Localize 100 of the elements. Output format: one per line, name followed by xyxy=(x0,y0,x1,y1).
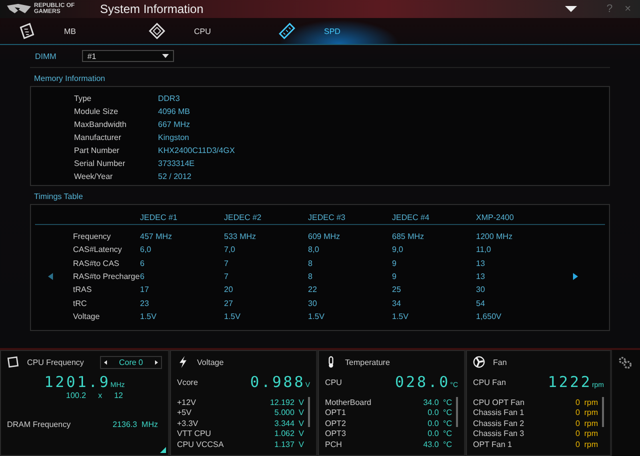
table-cell-text: 13 xyxy=(476,258,486,268)
reading-label: Chassis Fan 2 xyxy=(473,418,524,428)
field-label: Module Size xyxy=(74,107,120,116)
table-cell-text: 6 xyxy=(140,258,146,268)
reading-value: 34.0 °C xyxy=(423,398,452,407)
table-cell-text: 7,0 xyxy=(224,245,236,254)
reading-label: Vcore xyxy=(177,378,198,386)
table-cell-text: 1,650V xyxy=(476,312,502,321)
fan-icon xyxy=(473,356,485,368)
table-cell-text: 8 xyxy=(308,272,314,282)
reading-value: 3.344 V xyxy=(274,418,304,428)
row-label: Frequency xyxy=(72,232,112,242)
table-cell-text: 7 xyxy=(224,272,230,282)
left-arrow-icon xyxy=(104,360,107,364)
field-label: Serial Number xyxy=(74,159,126,168)
row-label: Voltage xyxy=(72,312,101,321)
panel-title: CPU Frequency xyxy=(27,358,84,366)
reading-value: 1.137 V xyxy=(274,440,304,449)
field-value: 667 MHz xyxy=(158,120,190,129)
field-label: Week/Year xyxy=(74,172,114,181)
table-cell-text: 8,0 xyxy=(308,245,320,254)
ratio-value: 12 xyxy=(114,391,123,400)
table-cell-text: 27 xyxy=(224,298,234,308)
field-value: 3733314E xyxy=(158,159,194,168)
field-value: Kingston xyxy=(158,133,190,142)
field-label: Type xyxy=(74,94,92,103)
table-cell-text: 17 xyxy=(140,285,150,294)
lightning-icon xyxy=(177,356,189,368)
table-cell-text: 457 MHz xyxy=(140,232,174,242)
table-cell-text: 30 xyxy=(476,285,486,294)
table-cell-text: 8 xyxy=(308,258,314,268)
reading-label: PCH xyxy=(325,440,342,449)
field-label: MaxBandwidth xyxy=(74,120,128,129)
main-reading-value: 0.988 xyxy=(250,373,306,391)
table-cell-text: 1.5V xyxy=(392,312,410,321)
core-selector[interactable]: Core 0 xyxy=(100,356,162,368)
table-cell-text: 9 xyxy=(392,272,398,282)
chip-icon xyxy=(7,356,19,368)
dropdown-arrow-icon[interactable] xyxy=(565,6,578,12)
field-value: DDR3 xyxy=(158,94,180,103)
row-label: tRC xyxy=(72,298,88,308)
right-arrow-icon xyxy=(154,360,158,364)
table-cell-text: 685 MHz xyxy=(392,232,426,242)
reading-label: +5V xyxy=(177,408,192,418)
cpu-frequency-value: 1201.9 xyxy=(44,373,110,391)
reading-value: 12.192 V xyxy=(270,398,304,407)
tab[interactable]: MB xyxy=(14,18,144,44)
resize-corner-icon[interactable] xyxy=(160,447,166,453)
settings-icon[interactable] xyxy=(618,356,632,370)
reading-value: 0.0 °C xyxy=(428,429,452,438)
field-label: Part Number xyxy=(74,146,120,155)
base-clock-value: 100.2 xyxy=(66,391,86,400)
table-cell-text: 6,0 xyxy=(140,245,152,254)
scrollbar[interactable] xyxy=(308,397,310,427)
section-title: Memory Information xyxy=(33,73,106,85)
reading-value: 0 rpm xyxy=(576,429,598,438)
column-header: XMP-2400 xyxy=(476,212,515,222)
reading-value: 0 rpm xyxy=(576,398,598,407)
table-cell-text: 23 xyxy=(140,298,150,308)
table-cell-text: 1.5V xyxy=(308,312,326,321)
panel-title: Fan xyxy=(493,358,507,366)
tab[interactable]: CPU xyxy=(144,18,274,44)
reading-label: OPT1 xyxy=(325,408,346,418)
reading-label: CPU VCCSA xyxy=(177,440,224,449)
table-cell-text: 533 MHz xyxy=(224,232,258,242)
row-label: CAS#Latency xyxy=(72,245,123,254)
left-arrow-icon[interactable] xyxy=(48,273,52,280)
dimm-dropdown[interactable]: #1 xyxy=(82,50,174,62)
table-cell-text: 6 xyxy=(140,272,146,282)
memory-icon xyxy=(278,22,296,40)
table-cell-text: 1200 MHz xyxy=(476,232,514,242)
table-cell-text: 9 xyxy=(392,258,398,268)
reading-value: 0.0 °C xyxy=(428,408,452,418)
panel-title: Voltage xyxy=(197,358,224,366)
table-cell-text: 34 xyxy=(392,298,402,308)
dimm-label: DIMM xyxy=(35,52,56,60)
dram-frequency-label: DRAM Frequency xyxy=(7,420,71,429)
reading-value: 5.000 V xyxy=(274,408,304,418)
column-header: JEDEC #3 xyxy=(308,212,346,222)
field-label: Manufacturer xyxy=(74,133,122,142)
table-cell-text: 25 xyxy=(392,285,402,294)
reading-label: CPU xyxy=(325,378,342,386)
table-cell-text: 1.5V xyxy=(140,312,158,321)
dram-frequency-value: 2136.3 MHz xyxy=(112,420,158,429)
table-cell-text: 11,0 xyxy=(476,245,492,254)
field-value: KHX2400C11D3/4GX xyxy=(158,146,235,155)
right-arrow-icon[interactable] xyxy=(572,273,578,280)
row-label: RAS#to Precharge xyxy=(72,272,140,282)
field-value: 4096 MB xyxy=(158,107,190,116)
scrollbar[interactable] xyxy=(602,397,604,427)
table-cell-text: 22 xyxy=(308,285,318,294)
column-header: JEDEC #1 xyxy=(140,212,178,222)
reading-value: 0.0 °C xyxy=(428,418,452,428)
reading-label: OPT2 xyxy=(325,418,346,428)
table-cell-text: 7 xyxy=(224,258,230,268)
reading-value: 43.0 °C xyxy=(423,440,452,449)
table-cell-text: 13 xyxy=(476,272,486,282)
section-title: Timings Table xyxy=(33,191,84,203)
reading-value: 0 rpm xyxy=(576,440,598,449)
scrollbar[interactable] xyxy=(456,397,458,427)
